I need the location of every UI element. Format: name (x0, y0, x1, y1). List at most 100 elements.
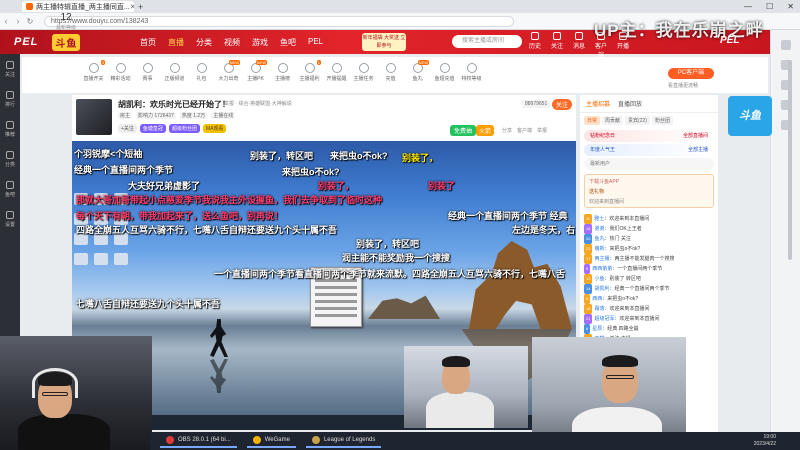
activity-item[interactable]: NEW 主播PK (242, 57, 269, 82)
chat-message[interactable]: 14 胡凯利：经典一个直播间两个季节 (584, 284, 714, 294)
chat-header-replay[interactable]: 直播回放 (618, 99, 642, 108)
report-button[interactable]: 举报 (537, 127, 547, 134)
back-icon[interactable]: ‹ (0, 17, 12, 26)
close-tab-icon[interactable]: ✕ (130, 3, 134, 11)
activity-item[interactable]: 1 主播福利 (296, 57, 323, 82)
chat-username[interactable]: 萌新 (594, 246, 604, 252)
client-watch-button[interactable]: 客户端 (517, 127, 532, 134)
room-category[interactable]: 举报 · 综合·英雄联盟·大神解说 (224, 100, 292, 107)
chat-message[interactable]: 12 小鱼：别装了 转区吧 (584, 274, 714, 284)
nav-video[interactable]: 视频 (224, 37, 240, 48)
chat-message[interactable]: 18 弟弟：我们OK上王者 (584, 224, 714, 234)
chat-username[interactable]: 雅士 (594, 216, 604, 222)
chat-message[interactable]: 17 两主播：两主播不能发腿肉一个搜搜 (584, 254, 714, 264)
activity-item[interactable]: 开播提醒 (323, 57, 350, 82)
sidebar-item-rank[interactable]: 排行 (0, 84, 20, 114)
tag-ma[interactable]: MA观看 (202, 124, 227, 133)
tab-fans[interactable]: 粉丝团 (651, 116, 673, 125)
sidebar-item-settings[interactable]: 设置 (0, 204, 20, 234)
taskbar-app[interactable]: OBS 28.0.1 (64 bi... (160, 434, 237, 448)
nav-pel[interactable]: PEL (308, 37, 323, 48)
share-button[interactable]: 分享 (502, 127, 512, 134)
activity-item[interactable]: 充值 (377, 57, 404, 82)
activity-item[interactable]: NEW 大力出奇 (215, 57, 242, 82)
chat-username[interactable]: 超级冠军 (594, 316, 614, 322)
sidebar-item-yuba[interactable]: 鱼吧 (0, 174, 20, 204)
search-input[interactable]: 搜索主播或房间 (452, 35, 522, 48)
nav-live[interactable]: 直播 (168, 37, 184, 48)
nav-category[interactable]: 分类 (196, 37, 212, 48)
sidebar-item-follow[interactable]: 关注 (0, 54, 20, 84)
chat-username[interactable]: 弟弟 (594, 226, 604, 232)
tab-daily[interactable]: 日常 (584, 116, 601, 125)
activity-item[interactable]: 3 直播开关 (80, 57, 107, 82)
close-window-button[interactable]: ✕ (787, 0, 794, 13)
sidebar-item-recommend[interactable]: 推荐 (0, 114, 20, 144)
tag-fanclub[interactable]: 超级粉丝团 (168, 124, 200, 133)
chat-username[interactable]: 鱼丸 (594, 236, 604, 242)
gift-box[interactable]: 下载斗鱼APP 送礼物 欢迎来到直播间 (584, 174, 714, 208)
activity-item[interactable]: 特权等级 (458, 57, 485, 82)
lottery-button[interactable]: 免费抽 (450, 125, 477, 136)
activity-item[interactable]: 礼包 (188, 57, 215, 82)
nav-yuba[interactable]: 鱼吧 (280, 37, 296, 48)
tag-follow[interactable]: +关注 (118, 124, 137, 133)
streamer-avatar[interactable] (76, 99, 112, 135)
maximize-button[interactable]: ☐ (766, 0, 773, 13)
brand-badge[interactable]: 斗鱼 (728, 96, 772, 136)
activity-item[interactable]: 精彩活动 (107, 57, 134, 82)
chat-username[interactable]: 小鱼 (594, 276, 604, 282)
chat-username[interactable]: 西西弟弟 (592, 266, 612, 272)
chat-message[interactable]: 6 星辰：经典 四路全崩 (584, 324, 714, 334)
chat-username[interactable]: 西西 (592, 296, 602, 302)
refresh-icon[interactable]: ↻ (24, 17, 36, 26)
follow-button[interactable]: 关注 (552, 99, 573, 110)
chat-message[interactable]: 11 雅士：欢迎来到本直播间 (584, 214, 714, 224)
rank-row[interactable]: 钻粉纪念日 全部直播间 (584, 130, 714, 142)
rank-row[interactable]: 最新用户 (584, 158, 714, 170)
chat-username[interactable]: 霜落 (594, 306, 604, 312)
nav-game[interactable]: 游戏 (252, 37, 268, 48)
tab-weekly[interactable]: 周贡献 (602, 116, 624, 125)
activity-item[interactable]: 主播任务 (350, 57, 377, 82)
browser-tab[interactable]: 两主播特辑直播_两主播同直... ✕ (22, 1, 134, 12)
follow-list-button[interactable]: 关注 (550, 32, 564, 59)
taskbar-app[interactable]: WeGame (246, 434, 296, 448)
taskbar-clock[interactable]: 19:00 2023/4/22 (754, 434, 776, 448)
tag-crown[interactable]: 鱼塘皇冠 (139, 124, 166, 133)
taskbar-app[interactable]: League of Legends (305, 434, 382, 448)
minimize-button[interactable]: — (744, 0, 752, 13)
activity-item[interactable]: NEW 鱼丸 (404, 57, 431, 82)
activity-item[interactable]: 主播榜 (269, 57, 296, 82)
chat-message[interactable]: 15 霜落：欢迎来到本直播间 (584, 304, 714, 314)
url-input[interactable]: https://www.douyu.com/138243 (44, 15, 514, 27)
messages-button[interactable]: 消息 (572, 32, 586, 59)
sidebar-item-category[interactable]: 分类 (0, 144, 20, 174)
page-scrollbar[interactable] (788, 60, 792, 260)
user-level[interactable]: 12 最新等级 (56, 12, 76, 34)
tab-vip[interactable]: 贵宾(22) (625, 116, 650, 125)
activity-item[interactable]: 正版频道 (161, 57, 188, 82)
chat-username[interactable]: 星辰 (592, 326, 602, 332)
history-button[interactable]: 历史 (528, 32, 542, 59)
chat-message[interactable]: 23 萌新：来把虫o不ok? (584, 244, 714, 254)
activity-item[interactable]: 鱼翅充值 (431, 57, 458, 82)
chat-message[interactable]: 20 鱼丸：热门 关注 (584, 234, 714, 244)
forward-icon[interactable]: › (12, 17, 24, 26)
promo-banner[interactable]: 新年福袋 大奖送 立即参与 (362, 33, 406, 51)
sidebar-search-icon[interactable] (780, 40, 791, 50)
chat-username[interactable]: 两主播 (594, 256, 609, 262)
chat-message[interactable]: 21 超级冠军：欢迎来到本直播间 (584, 314, 714, 324)
rocket-button[interactable]: 火箭 (476, 125, 495, 136)
nav-home[interactable]: 首页 (140, 37, 156, 48)
rank-row[interactable]: 年度人气王 全部主播 (584, 144, 714, 156)
chat-message[interactable]: 8 西西：来把虫o不ok? (584, 294, 714, 304)
chat-username[interactable]: 胡凯利 (594, 286, 609, 292)
pc-client-button[interactable]: PC客户端 (668, 68, 714, 79)
new-tab-icon[interactable]: + (138, 2, 143, 12)
chat-header-recruit[interactable]: 主播招募 (586, 99, 610, 108)
chat-message[interactable]: 9 西西弟弟：一个直播间两个季节 (584, 264, 714, 274)
site-logo[interactable]: PEL 斗鱼 (0, 30, 104, 54)
glasses (606, 375, 634, 379)
activity-item[interactable]: 赛事 (134, 57, 161, 82)
